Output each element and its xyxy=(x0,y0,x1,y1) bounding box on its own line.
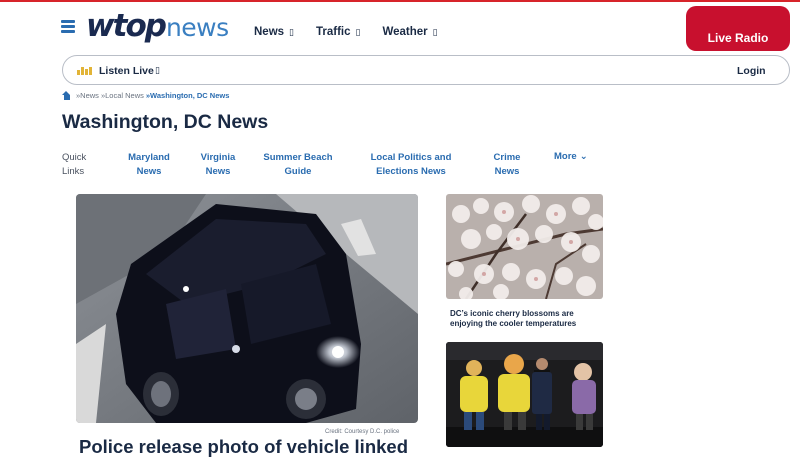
dropdown-icon[interactable]: ▯ xyxy=(155,65,160,76)
quick-link-maryland-news[interactable]: Maryland News xyxy=(121,151,177,179)
primary-nav: News ▯ Traffic ▯ Weather ▯ xyxy=(254,26,438,38)
side-story-caption[interactable]: DC’s iconic cherry blossoms are enjoying… xyxy=(450,309,600,329)
breadcrumb: »News »Local News »Washington, DC News xyxy=(62,91,229,100)
dropdown-icon: ▯ xyxy=(289,26,294,37)
quick-link-line: Crime xyxy=(493,152,521,163)
home-icon[interactable] xyxy=(62,91,71,100)
vehicle-photo xyxy=(76,194,418,423)
quick-link-line: Elections News xyxy=(376,166,446,177)
performers-photo xyxy=(446,342,603,447)
quick-link-line: News xyxy=(494,166,520,177)
chevron-down-icon: ⌄ xyxy=(579,151,588,162)
login-link[interactable]: Login xyxy=(737,65,766,77)
quick-link-line: Local Politics and xyxy=(370,152,452,163)
quick-link-line: Summer Beach xyxy=(263,152,333,163)
site-header: wtop news News ▯ Traffic ▯ Weather ▯ Liv… xyxy=(0,2,800,52)
cherry-blossom-photo xyxy=(446,194,603,299)
photo-credit: Credit: Courtesy D.C. police xyxy=(325,429,400,435)
quick-link-line: News xyxy=(136,166,162,177)
more-label: More xyxy=(554,151,577,162)
breadcrumb-current[interactable]: »Washington, DC News xyxy=(146,91,229,100)
nav-item-news[interactable]: News ▯ xyxy=(254,26,294,38)
quick-links-label-line: Links xyxy=(62,166,85,177)
nav-item-label: News xyxy=(254,26,285,38)
quick-link-virginia-news[interactable]: Virginia News xyxy=(192,151,244,179)
quick-link-line: News xyxy=(205,166,231,177)
menu-icon[interactable] xyxy=(61,20,75,33)
nav-item-label: Traffic xyxy=(316,26,351,38)
quick-link-line: Virginia xyxy=(200,152,236,163)
page-title: Washington, DC News xyxy=(62,111,269,133)
nav-item-traffic[interactable]: Traffic ▯ xyxy=(316,26,360,38)
side-story-image-performers[interactable] xyxy=(446,342,603,447)
breadcrumb-news[interactable]: »News xyxy=(76,91,99,100)
side-story-image-cherry-blossoms[interactable] xyxy=(446,194,603,299)
nav-item-weather[interactable]: Weather ▯ xyxy=(382,26,437,38)
site-logo[interactable]: wtop news xyxy=(86,8,229,44)
quick-link-local-politics[interactable]: Local Politics and Elections News xyxy=(364,151,458,179)
live-radio-button[interactable]: Live Radio xyxy=(686,6,790,51)
quick-links-label-line: Quick xyxy=(62,152,87,163)
quick-links-more[interactable]: More ⌄ xyxy=(554,151,588,162)
logo-wordmark: wtop xyxy=(86,8,167,44)
dropdown-icon: ▯ xyxy=(432,26,438,37)
quick-link-line: Guide xyxy=(284,166,312,177)
audio-bars-icon xyxy=(77,67,92,75)
quick-links-label: Quick Links xyxy=(62,151,102,179)
quick-link-crime-news[interactable]: Crime News xyxy=(487,151,527,179)
main-story-image[interactable] xyxy=(76,194,418,423)
quick-link-summer-beach-guide[interactable]: Summer Beach Guide xyxy=(258,151,338,179)
breadcrumb-local-news[interactable]: »Local News xyxy=(101,91,144,100)
dropdown-icon: ▯ xyxy=(355,26,361,37)
listen-live-button[interactable]: Listen Live xyxy=(99,65,154,77)
listen-live-bar: Listen Live ▯ Login xyxy=(62,55,790,85)
nav-item-label: Weather xyxy=(382,26,428,38)
main-story-headline[interactable]: Police release photo of vehicle linked xyxy=(79,436,408,458)
logo-subword: news xyxy=(165,13,229,42)
quick-link-line: Maryland xyxy=(128,152,170,163)
